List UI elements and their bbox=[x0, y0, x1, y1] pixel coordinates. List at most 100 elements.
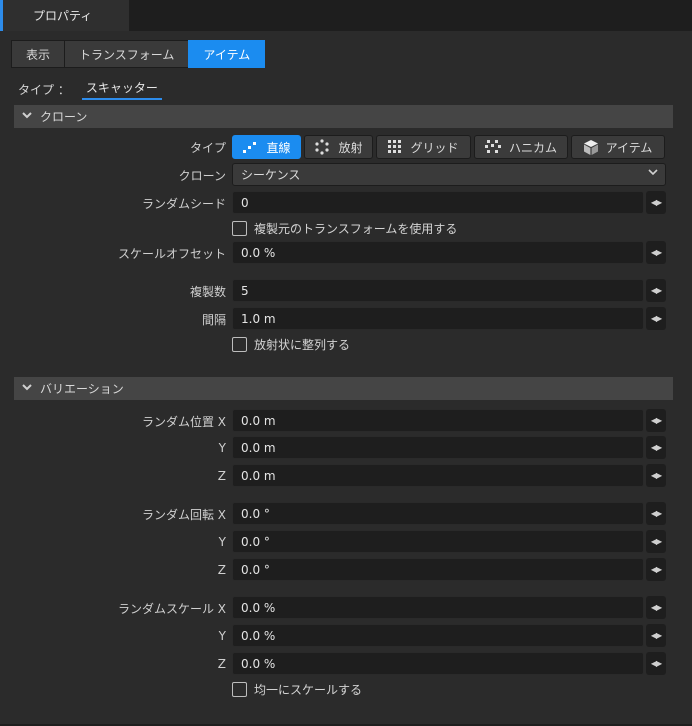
radial-align-checkbox[interactable]: 放射状に整列する bbox=[232, 335, 350, 353]
tab-transform[interactable]: トランスフォーム bbox=[64, 40, 190, 68]
random-position-z-input[interactable]: 0.0 m bbox=[232, 464, 644, 487]
random-rotation-y-input[interactable]: 0.0 ° bbox=[232, 530, 644, 553]
clone-select-value: シーケンス bbox=[241, 168, 301, 182]
type-row: タイプ ： スキャッター bbox=[18, 79, 162, 100]
spin-arrows-icon[interactable]: ◀▶ bbox=[646, 624, 666, 647]
random-scale-x-label: ランダムスケール X bbox=[117, 601, 226, 616]
random-rotation-z-value: 0.0 ° bbox=[241, 562, 270, 577]
clone-label: クローン bbox=[178, 168, 226, 183]
mode-honeycomb-label: ハニカム bbox=[508, 140, 557, 155]
clone-mode-group: 直線 放射 グリッド ハニカム アイテム bbox=[232, 135, 665, 159]
grid-icon bbox=[388, 140, 402, 153]
random-rotation-y-value: 0.0 ° bbox=[241, 534, 270, 549]
properties-tab[interactable]: プロパティ bbox=[0, 0, 129, 31]
count-label: 複製数 bbox=[189, 284, 226, 299]
random-position-z-value: 0.0 m bbox=[241, 468, 276, 483]
count-input[interactable]: 5 bbox=[232, 279, 644, 302]
spin-arrows-icon[interactable]: ◀▶ bbox=[646, 558, 666, 581]
cube-icon bbox=[583, 139, 598, 155]
spacing-value: 1.0 m bbox=[241, 311, 276, 326]
random-scale-z-input[interactable]: 0.0 % bbox=[232, 652, 644, 675]
spin-arrows-icon[interactable]: ◀▶ bbox=[646, 409, 666, 432]
random-scale-y-value: 0.0 % bbox=[241, 628, 276, 643]
clone-section-title: クローン bbox=[40, 110, 88, 124]
checkbox-box[interactable] bbox=[232, 220, 247, 236]
random-rotation-x-value: 0.0 ° bbox=[241, 506, 270, 521]
properties-tab-label: プロパティ bbox=[33, 9, 93, 23]
random-rotation-y-label: Y bbox=[218, 535, 226, 549]
random-position-y-value: 0.0 m bbox=[241, 440, 276, 455]
type-label: タイプ ： bbox=[18, 82, 70, 97]
use-source-transform-checkbox[interactable]: 複製元のトランスフォームを使用する bbox=[232, 219, 457, 237]
spin-arrows-icon[interactable]: ◀▶ bbox=[646, 530, 666, 553]
random-rotation-x-input[interactable]: 0.0 ° bbox=[232, 502, 644, 525]
seed-label: ランダムシード bbox=[141, 196, 226, 211]
spin-arrows-icon[interactable]: ◀▶ bbox=[646, 502, 666, 525]
tab-item-label: アイテム bbox=[203, 47, 251, 62]
count-value: 5 bbox=[241, 283, 249, 298]
tab-display-label: 表示 bbox=[26, 47, 51, 62]
main-tabs: 表示 トランスフォーム アイテム bbox=[11, 40, 266, 68]
spacing-input[interactable]: 1.0 m bbox=[232, 307, 644, 330]
spin-arrows-icon[interactable]: ◀▶ bbox=[646, 652, 666, 675]
uniform-scale-label: 均一にスケールする bbox=[254, 682, 363, 697]
scale-offset-label: スケールオフセット bbox=[117, 246, 226, 261]
radial-icon bbox=[315, 139, 330, 155]
tab-display[interactable]: 表示 bbox=[11, 40, 66, 68]
variation-section-header[interactable]: バリエーション bbox=[14, 377, 673, 400]
chevron-down-icon bbox=[22, 111, 36, 122]
seed-value: 0 bbox=[241, 195, 249, 210]
random-scale-y-input[interactable]: 0.0 % bbox=[232, 624, 644, 647]
honeycomb-icon bbox=[484, 140, 501, 153]
uniform-scale-checkbox[interactable]: 均一にスケールする bbox=[232, 680, 362, 698]
scale-offset-value: 0.0 % bbox=[241, 245, 276, 260]
spin-arrows-icon[interactable]: ◀▶ bbox=[646, 279, 666, 302]
random-rotation-z-label: Z bbox=[217, 563, 226, 577]
checkbox-box[interactable] bbox=[232, 681, 247, 697]
spacing-label: 間隔 bbox=[201, 312, 226, 327]
random-scale-y-label: Y bbox=[218, 629, 226, 643]
random-position-x-label: ランダム位置 X bbox=[141, 414, 226, 429]
random-scale-x-value: 0.0 % bbox=[241, 600, 276, 615]
mode-radial-button[interactable]: 放射 bbox=[304, 135, 373, 159]
chevron-down-icon bbox=[22, 383, 36, 394]
type-value[interactable]: スキャッター bbox=[81, 79, 162, 100]
clone-select[interactable]: シーケンス bbox=[232, 163, 666, 186]
mode-linear-label: 直線 bbox=[266, 140, 291, 155]
tab-item[interactable]: アイテム bbox=[188, 40, 266, 68]
random-position-z-label: Z bbox=[217, 469, 226, 483]
scale-offset-input[interactable]: 0.0 % bbox=[232, 241, 644, 264]
use-source-transform-label: 複製元のトランスフォームを使用する bbox=[254, 221, 458, 236]
tab-transform-label: トランスフォーム bbox=[79, 47, 175, 62]
linear-icon bbox=[243, 142, 257, 153]
spin-arrows-icon[interactable]: ◀▶ bbox=[646, 241, 666, 264]
spin-arrows-icon[interactable]: ◀▶ bbox=[646, 436, 666, 459]
checkbox-box[interactable] bbox=[232, 336, 247, 352]
random-position-x-input[interactable]: 0.0 m bbox=[232, 409, 644, 432]
mode-linear-button[interactable]: 直線 bbox=[232, 135, 301, 159]
seed-input[interactable]: 0 bbox=[232, 191, 644, 214]
random-rotation-z-input[interactable]: 0.0 ° bbox=[232, 558, 644, 581]
spin-arrows-icon[interactable]: ◀▶ bbox=[646, 596, 666, 619]
random-scale-z-label: Z bbox=[217, 657, 226, 671]
random-scale-z-value: 0.0 % bbox=[241, 656, 276, 671]
random-rotation-x-label: ランダム回転 X bbox=[141, 507, 226, 522]
mode-item-button[interactable]: アイテム bbox=[571, 135, 665, 159]
mode-honeycomb-button[interactable]: ハニカム bbox=[474, 135, 568, 159]
chevron-down-icon bbox=[648, 168, 658, 179]
spin-arrows-icon[interactable]: ◀▶ bbox=[646, 307, 666, 330]
variation-section-title: バリエーション bbox=[40, 382, 124, 396]
mode-grid-label: グリッド bbox=[410, 140, 459, 155]
mode-grid-button[interactable]: グリッド bbox=[376, 135, 471, 159]
spin-arrows-icon[interactable]: ◀▶ bbox=[646, 191, 666, 214]
mode-item-label: アイテム bbox=[605, 140, 653, 155]
panel-titlebar: プロパティ bbox=[0, 0, 692, 31]
radial-align-label: 放射状に整列する bbox=[254, 337, 351, 352]
random-scale-x-input[interactable]: 0.0 % bbox=[232, 596, 644, 619]
random-position-x-value: 0.0 m bbox=[241, 413, 276, 428]
random-position-y-input[interactable]: 0.0 m bbox=[232, 436, 644, 459]
clone-section-header[interactable]: クローン bbox=[14, 105, 673, 128]
clone-type-label: タイプ bbox=[189, 140, 226, 155]
spin-arrows-icon[interactable]: ◀▶ bbox=[646, 464, 666, 487]
mode-radial-label: 放射 bbox=[338, 140, 363, 155]
